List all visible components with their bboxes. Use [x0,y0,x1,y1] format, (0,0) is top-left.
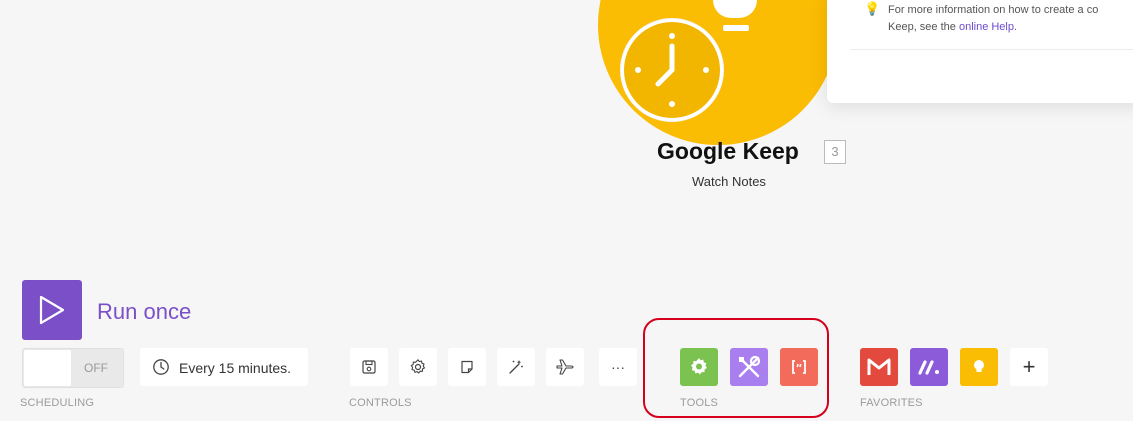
settings-button[interactable] [399,348,437,386]
auto-align-button[interactable] [497,348,535,386]
lightbulb-line-icon [723,25,749,31]
run-once-button[interactable] [22,280,82,340]
help-divider [850,49,1133,50]
more-button[interactable]: ··· [599,348,637,386]
gmail-button[interactable] [860,348,898,386]
help-text-line2: Keep, see the online Help. [888,19,1133,36]
module-title[interactable]: Google Keep [657,138,799,165]
gear-icon [410,359,426,374]
google-keep-button[interactable] [960,348,998,386]
toggle-knob [24,350,71,386]
play-icon [39,295,65,325]
scheduling-toggle[interactable] [22,348,124,388]
explain-flow-button[interactable] [546,348,584,386]
run-once-label[interactable]: Run once [97,299,191,325]
add-favorite-button[interactable]: + [1010,348,1048,386]
online-help-link[interactable]: online Help. [959,21,1017,33]
controls-caption: CONTROLS [349,397,412,409]
clock-icon [621,19,723,121]
help-text-line1: For more information on how to create a … [888,4,1099,16]
save-button[interactable] [350,348,388,386]
module-count-badge: 3 [824,140,846,164]
favorites-caption: FAVORITES [860,397,923,409]
tools-highlight-annotation [643,318,829,418]
scheduling-caption: SCHEDULING [20,397,95,409]
save-icon [362,360,376,374]
toggle-state-label: OFF [84,361,108,375]
lightbulb-icon: 💡 [864,1,881,16]
note-icon [461,360,473,374]
schedule-interval-text: Every 15 minutes. [179,360,292,376]
magic-wand-icon [509,360,523,374]
module-subtitle: Watch Notes [692,174,766,189]
help-text-prefix: Keep, see the [888,21,959,33]
clock-small-icon [153,359,169,375]
make-icon [918,360,939,375]
gmail-icon [867,358,891,375]
notes-button[interactable] [448,348,486,386]
airplane-icon [556,359,574,375]
make-button[interactable] [910,348,948,386]
google-keep-icon [974,360,984,372]
help-text: For more information on how to create a … [888,2,1133,36]
